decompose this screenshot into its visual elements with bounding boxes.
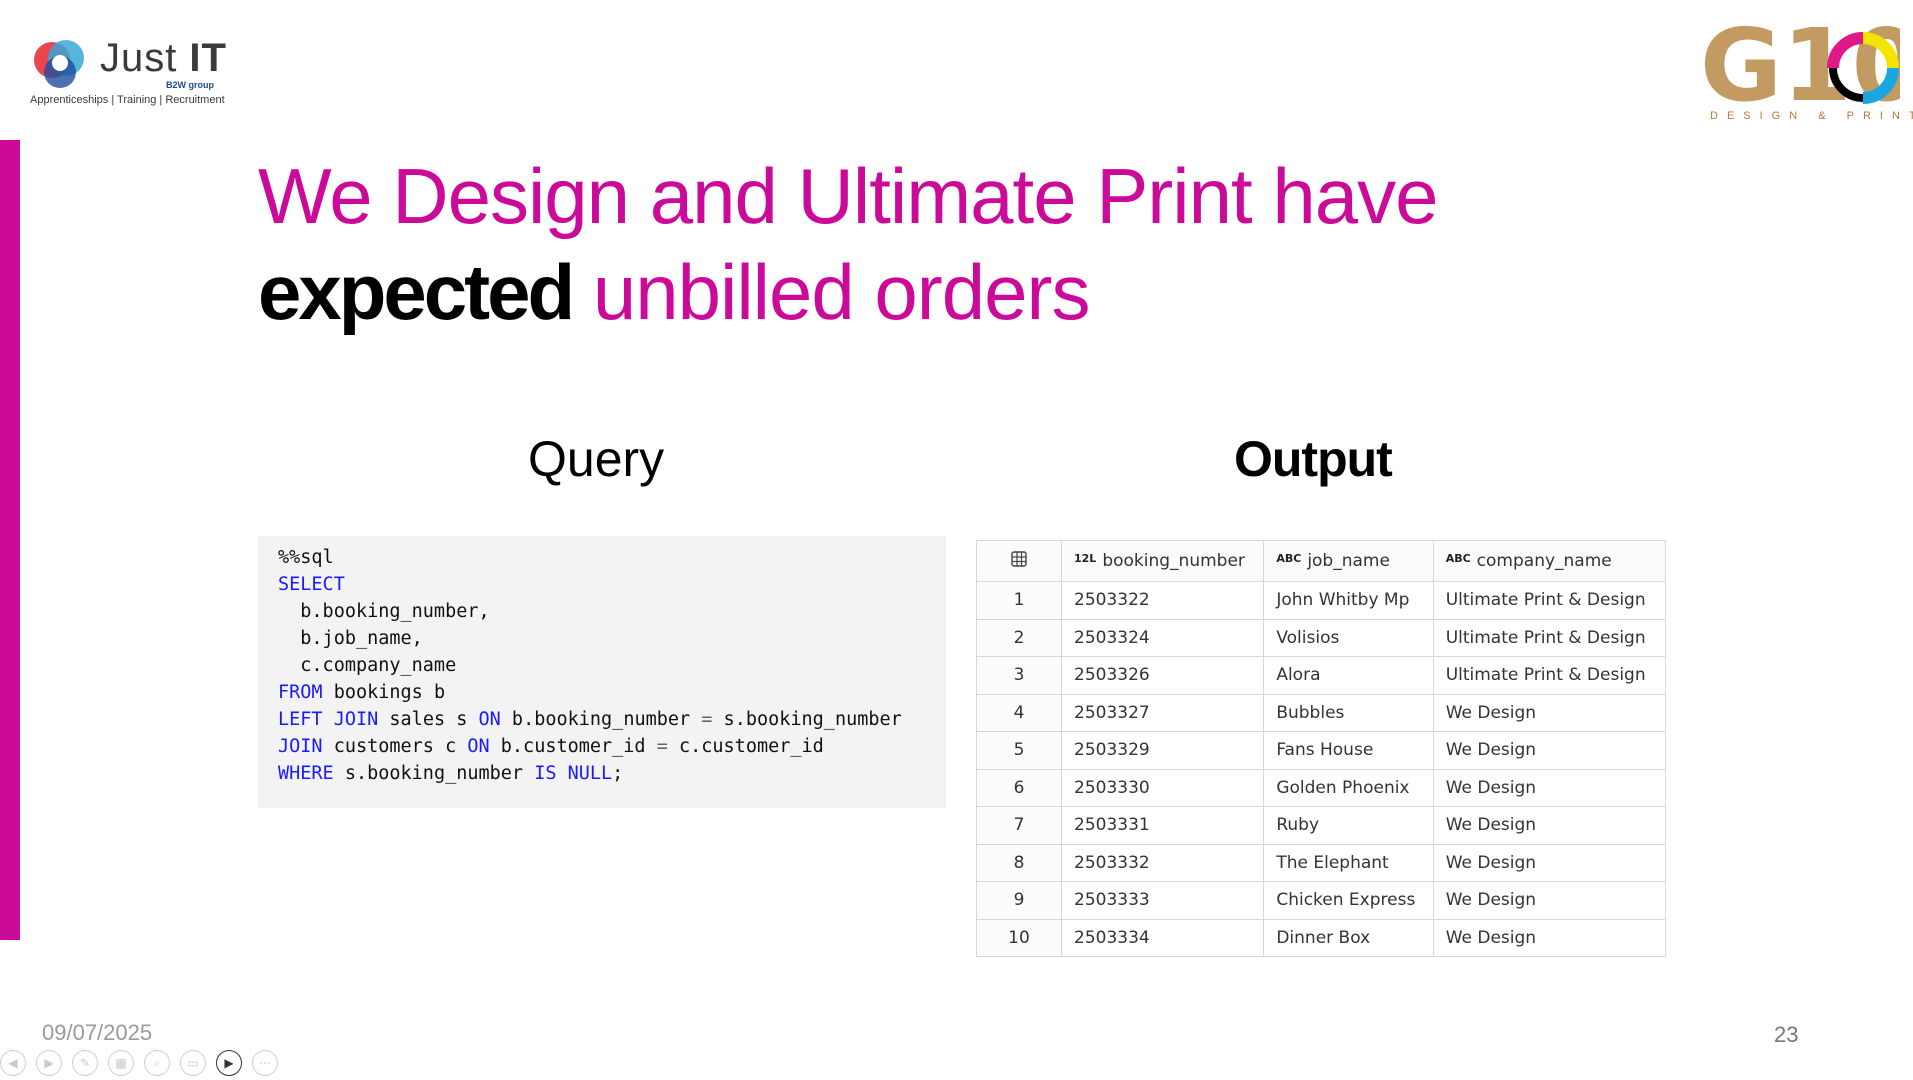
justit-logo: Just IT B2W group Apprenticeships | Train… (30, 30, 230, 110)
slides-grid-icon[interactable]: ▦ (108, 1050, 134, 1076)
text-type-icon: ABC (1276, 552, 1302, 565)
row-index-cell[interactable]: 4 (976, 693, 1062, 732)
table-row[interactable]: 4 2503327 Bubbles We Design (976, 693, 1667, 732)
row-index-header[interactable] (976, 540, 1062, 582)
row-index-cell[interactable]: 10 (976, 918, 1062, 957)
g10-tagline: DESIGN & PRINT (1710, 110, 1913, 122)
row-index-cell[interactable]: 9 (976, 881, 1062, 920)
table-row[interactable]: 10 2503334 Dinner Box We Design (976, 918, 1667, 957)
booking-number-cell[interactable]: 2503334 (1060, 918, 1265, 957)
company-name-cell[interactable]: Ultimate Print & Design (1432, 581, 1667, 620)
company-name-cell[interactable]: We Design (1432, 843, 1667, 882)
code-line: %%sql (278, 547, 334, 568)
column-header-company-name[interactable]: ABC company_name (1432, 540, 1667, 582)
code-line: b.job_name, (278, 628, 423, 649)
company-name-cell[interactable]: We Design (1432, 693, 1667, 732)
row-index-cell[interactable]: 8 (976, 843, 1062, 882)
title-line-2: expected unbilled orders (258, 244, 1558, 340)
booking-number-cell[interactable]: 2503332 (1060, 843, 1265, 882)
code-line: b.booking_number, (278, 601, 490, 622)
title-rest: unbilled orders (592, 248, 1091, 336)
column-header-job-name[interactable]: ABC job_name (1263, 540, 1434, 582)
job-name-cell[interactable]: Chicken Express (1263, 881, 1434, 920)
job-name-cell[interactable]: Volisios (1263, 618, 1434, 657)
table-row[interactable]: 8 2503332 The Elephant We Design (976, 843, 1667, 882)
slide-page-number: 23 (1774, 1022, 1799, 1047)
job-name-cell[interactable]: Bubbles (1263, 693, 1434, 732)
job-name-cell[interactable]: Golden Phoenix (1263, 768, 1434, 807)
table-row[interactable]: 5 2503329 Fans House We Design (976, 731, 1667, 770)
booking-number-cell[interactable]: 2503327 (1060, 693, 1265, 732)
justit-tagline: Apprenticeships | Training | Recruitment (30, 94, 225, 106)
row-index-cell[interactable]: 5 (976, 731, 1062, 770)
booking-number-cell[interactable]: 2503330 (1060, 768, 1265, 807)
job-name-cell[interactable]: John Whitby Mp (1263, 581, 1434, 620)
justit-name-bold: IT (189, 36, 227, 80)
query-heading: Query (528, 431, 665, 487)
b2w-group-label: B2W group (166, 80, 214, 90)
justit-wordmark: Just IT (100, 36, 227, 81)
company-name-cell[interactable]: We Design (1432, 806, 1667, 845)
booking-number-cell[interactable]: 2503326 (1060, 656, 1265, 695)
zoom-icon[interactable]: ⌕ (144, 1050, 170, 1076)
code-line: LEFT JOIN sales s ON b.booking_number = … (278, 709, 902, 730)
code-line: SELECT (278, 574, 345, 595)
company-name-cell[interactable]: We Design (1432, 731, 1667, 770)
slide-title: We Design and Ultimate Print have expect… (258, 148, 1558, 340)
table-row[interactable]: 3 2503326 Alora Ultimate Print & Design (976, 656, 1667, 695)
table-row[interactable]: 6 2503330 Golden Phoenix We Design (976, 768, 1667, 807)
booking-number-cell[interactable]: 2503331 (1060, 806, 1265, 845)
job-name-cell[interactable]: Dinner Box (1263, 918, 1434, 957)
justit-logo-icon (34, 40, 84, 88)
subtitles-icon[interactable]: ▭ (180, 1050, 206, 1076)
row-index-cell[interactable]: 6 (976, 768, 1062, 807)
code-line: JOIN customers c ON b.customer_id = c.cu… (278, 736, 824, 757)
numeric-type-icon: 12L (1074, 552, 1097, 565)
sql-code-block: %%sql SELECT b.booking_number, b.job_nam… (258, 536, 946, 808)
g10-logo: G10 DESIGN & PRINT (1700, 20, 1913, 130)
company-name-cell[interactable]: Ultimate Print & Design (1432, 656, 1667, 695)
more-icon[interactable]: ⋯ (252, 1050, 278, 1076)
next-icon[interactable]: ▶ (36, 1050, 62, 1076)
previous-icon[interactable]: ◀ (0, 1050, 26, 1076)
job-name-cell[interactable]: Ruby (1263, 806, 1434, 845)
justit-name-light: Just (100, 36, 178, 80)
table-row[interactable]: 2 2503324 Volisios Ultimate Print & Design (976, 618, 1667, 657)
table-header-row: 12L booking_number ABC job_name ABC company… (976, 540, 1667, 582)
booking-number-cell[interactable]: 2503324 (1060, 618, 1265, 657)
title-line-1: We Design and Ultimate Print have (258, 152, 1438, 240)
text-type-icon: ABC (1445, 552, 1471, 565)
pen-icon[interactable]: ✎ (72, 1050, 98, 1076)
job-name-cell[interactable]: Fans House (1263, 731, 1434, 770)
accent-bar (0, 140, 20, 940)
slide-date: 09/07/2025 (42, 1020, 153, 1045)
code-line: WHERE s.booking_number IS NULL; (278, 763, 624, 784)
title-bold-word: expected (258, 248, 575, 336)
company-name-cell[interactable]: We Design (1432, 881, 1667, 920)
column-header-booking-number[interactable]: 12L booking_number (1060, 540, 1265, 582)
booking-number-cell[interactable]: 2503329 (1060, 731, 1265, 770)
camera-icon[interactable]: ▶ (216, 1050, 242, 1076)
row-index-cell[interactable]: 2 (976, 618, 1062, 657)
job-name-cell[interactable]: The Elephant (1263, 843, 1434, 882)
presentation-toolbar: ◀ ▶ ✎ ▦ ⌕ ▭ ▶ ⋯ (0, 1050, 278, 1080)
code-line: FROM bookings b (278, 682, 446, 703)
code-line: c.company_name (278, 655, 457, 676)
booking-number-cell[interactable]: 2503322 (1060, 581, 1265, 620)
company-name-cell[interactable]: We Design (1432, 768, 1667, 807)
output-heading: Output (1234, 431, 1393, 487)
table-row[interactable]: 7 2503331 Ruby We Design (976, 806, 1667, 845)
company-name-cell[interactable]: We Design (1432, 918, 1667, 957)
g10-logo-icon: G10 (1700, 20, 1900, 110)
company-name-cell[interactable]: Ultimate Print & Design (1432, 618, 1667, 657)
row-index-cell[interactable]: 7 (976, 806, 1062, 845)
table-row[interactable]: 9 2503333 Chicken Express We Design (976, 881, 1667, 920)
output-table: 12L booking_number ABC job_name ABC company… (976, 540, 1667, 957)
table-grid-icon (1011, 550, 1027, 567)
table-row[interactable]: 1 2503322 John Whitby Mp Ultimate Print & D… (976, 581, 1667, 620)
job-name-cell[interactable]: Alora (1263, 656, 1434, 695)
row-index-cell[interactable]: 1 (976, 581, 1062, 620)
booking-number-cell[interactable]: 2503333 (1060, 881, 1265, 920)
row-index-cell[interactable]: 3 (976, 656, 1062, 695)
